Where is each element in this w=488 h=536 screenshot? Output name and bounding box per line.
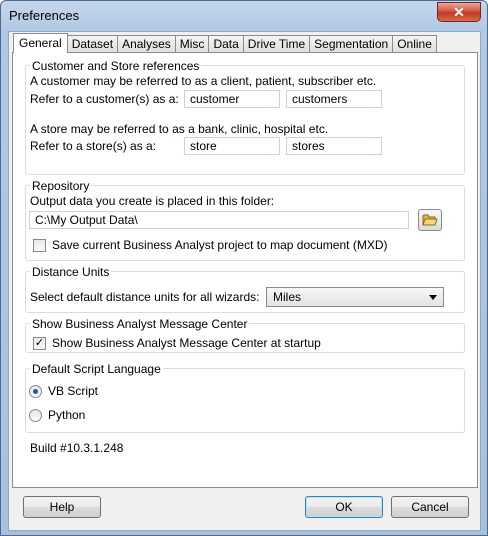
tab-general[interactable]: General <box>13 33 68 53</box>
ok-button[interactable]: OK <box>305 496 383 518</box>
customer-store-group-title: Customer and Store references <box>30 59 202 73</box>
store-description: A store may be referred to as a bank, cl… <box>30 122 329 136</box>
distance-units-group-title: Distance Units <box>30 265 112 279</box>
script-language-group-title: Default Script Language <box>30 362 163 376</box>
customer-description: A customer may be referred to as a clien… <box>30 74 377 88</box>
tab-dataset[interactable]: Dataset <box>67 35 119 53</box>
message-center-checkbox[interactable]: ✓ <box>33 337 46 350</box>
customer-store-group: Customer and Store references A customer… <box>25 59 465 175</box>
customer-label: Refer to a customer(s) as a: <box>30 92 179 106</box>
python-radio[interactable] <box>29 409 42 422</box>
message-center-group-title: Show Business Analyst Message Center <box>30 317 250 331</box>
close-button[interactable]: ✕ <box>437 2 481 22</box>
message-center-label: Show Business Analyst Message Center at … <box>52 336 321 350</box>
customer-singular-field[interactable]: customer <box>184 90 280 108</box>
store-plural-field[interactable]: stores <box>286 137 382 155</box>
chevron-down-icon <box>429 295 437 300</box>
tab-misc[interactable]: Misc <box>175 35 210 53</box>
python-label: Python <box>48 408 86 422</box>
browse-folder-button[interactable] <box>418 209 442 231</box>
store-singular-field[interactable]: store <box>184 137 280 155</box>
message-center-group: Show Business Analyst Message Center ✓ S… <box>25 317 465 353</box>
general-tab-panel: Customer and Store references A customer… <box>12 52 478 488</box>
preferences-window: Preferences ✕ General Dataset Analyses M… <box>0 0 488 536</box>
store-label: Refer to a store(s) as a: <box>30 139 157 153</box>
tab-analyses[interactable]: Analyses <box>118 35 176 53</box>
cancel-button[interactable]: Cancel <box>391 496 469 518</box>
close-icon: ✕ <box>453 3 465 20</box>
customer-plural-field[interactable]: customers <box>286 90 382 108</box>
repository-group-title: Repository <box>30 179 92 193</box>
tab-drive-time[interactable]: Drive Time <box>243 35 311 53</box>
distance-units-label: Select default distance units for all wi… <box>30 290 260 304</box>
folder-open-icon <box>422 214 438 226</box>
window-title: Preferences <box>9 8 80 23</box>
vbscript-label: VB Script <box>48 384 99 398</box>
tab-online[interactable]: Online <box>393 35 437 53</box>
script-language-group: Default Script Language VB Script Python <box>25 362 465 433</box>
output-folder-field[interactable]: C:\My Output Data\ <box>29 211 409 229</box>
save-mxd-checkbox[interactable] <box>33 239 46 252</box>
save-mxd-label: Save current Business Analyst project to… <box>52 238 388 252</box>
repository-group: Repository Output data you create is pla… <box>25 179 465 261</box>
tab-segmentation[interactable]: Segmentation <box>310 35 394 53</box>
vbscript-radio[interactable] <box>29 385 42 398</box>
tab-data[interactable]: Data <box>209 35 244 53</box>
distance-units-select[interactable]: Miles <box>266 287 444 307</box>
dialog-client: General Dataset Analyses Misc Data Drive… <box>8 31 481 531</box>
title-bar[interactable]: Preferences ✕ <box>1 1 487 31</box>
help-button[interactable]: Help <box>23 496 101 518</box>
check-icon: ✓ <box>34 337 45 349</box>
distance-units-group: Distance Units Select default distance u… <box>25 265 465 313</box>
distance-units-value: Miles <box>273 290 302 304</box>
repository-description: Output data you create is placed in this… <box>30 194 275 208</box>
build-number: Build #10.3.1.248 <box>30 441 124 455</box>
tab-strip: General Dataset Analyses Misc Data Drive… <box>13 33 437 53</box>
